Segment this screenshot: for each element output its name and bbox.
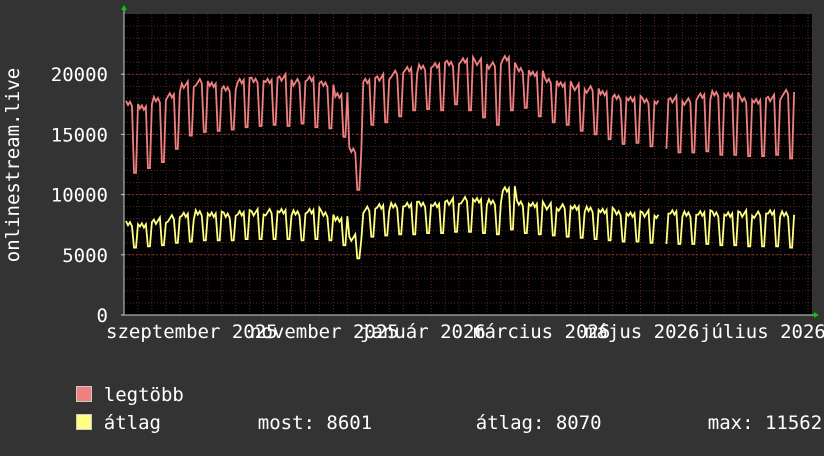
legend-swatch-avg (75, 414, 92, 430)
stat-average-label: átlag: (475, 412, 545, 434)
y-tick-labels: 05000100001500020000 (51, 64, 108, 327)
stat-max: max: 11562 (662, 390, 822, 456)
traffic-chart: 0 5000 10000 15000 20000 szeptember 2025 nove… (0, 0, 824, 434)
x-tick-label: január 2026 (360, 321, 486, 343)
stat-current-label: most: (257, 412, 315, 434)
plot-area (124, 14, 812, 315)
stat-max-label: max: (707, 412, 754, 434)
x-tick-labels: szeptember 2025november 2025január 2026m… (106, 321, 824, 343)
legend-item-avg: átlag (30, 390, 161, 456)
stat-average-value: 8070 (555, 412, 602, 434)
stat-current-value: 8601 (326, 412, 373, 434)
y-axis-arrow (121, 5, 127, 10)
y-tick-label: 15000 (51, 124, 108, 146)
legend-label-avg: átlag (103, 412, 161, 434)
y-axis-label: onlinestream.live (2, 68, 24, 262)
stat-max-value: 11562 (764, 412, 823, 434)
stat-current: most: 8601 (212, 390, 372, 456)
x-tick-label: július 2026 (700, 321, 824, 343)
y-tick-label: 5000 (62, 245, 108, 267)
y-tick-label: 20000 (51, 64, 108, 86)
y-tick-label: 10000 (51, 185, 108, 207)
x-axis-arrow (814, 312, 819, 318)
x-tick-label: május 2026 (585, 321, 699, 343)
stat-average: átlag: 8070 (430, 390, 602, 456)
